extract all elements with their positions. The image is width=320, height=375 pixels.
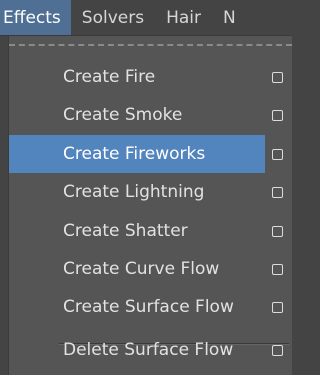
menu-item-label: Create Lightning [63,182,205,202]
option-box-icon[interactable] [272,302,283,313]
menubar-hair[interactable]: Hair [155,0,212,35]
menu-item-label: Create Surface Flow [63,297,234,317]
menubar-effects[interactable]: Effects [0,0,71,35]
menu-item-create-fire[interactable]: Create Fire [9,58,293,96]
option-box-icon[interactable] [272,149,283,160]
effects-menu: Create Fire Create Smoke Create Firework… [8,36,292,375]
menu-item-create-surface-flow[interactable]: Create Surface Flow [9,288,293,326]
menu-item-label: Create Fireworks [63,144,206,164]
menu-item-create-lightning[interactable]: Create Lightning [9,173,293,211]
menubar-solvers[interactable]: Solvers [71,0,155,35]
tearoff-dashed-line [9,44,292,46]
option-box-icon[interactable] [272,72,283,83]
menu-item-create-shatter[interactable]: Create Shatter [9,212,293,250]
option-box-icon[interactable] [272,187,283,198]
menu-bar: Effects Solvers Hair N [0,0,292,36]
option-box-icon[interactable] [272,264,283,275]
menu-item-label: Create Fire [63,67,156,87]
menu-item-label: Create Curve Flow [63,259,220,279]
option-box-icon[interactable] [272,110,283,121]
menu-item-label: Delete Surface Flow [63,340,234,360]
option-box-icon[interactable] [272,226,283,237]
menu-item-create-fireworks[interactable]: Create Fireworks [9,135,265,173]
menu-tearoff-bar[interactable] [9,36,292,58]
option-box-icon[interactable] [272,345,283,356]
menu-item-label: Create Shatter [63,221,188,241]
menu-item-create-curve-flow[interactable]: Create Curve Flow [9,250,293,288]
menu-item-delete-surface-flow[interactable]: Delete Surface Flow [9,331,293,369]
menu-item-create-smoke[interactable]: Create Smoke [9,96,293,134]
menu-item-label: Create Smoke [63,105,183,125]
menubar-next-item[interactable]: N [212,0,236,35]
